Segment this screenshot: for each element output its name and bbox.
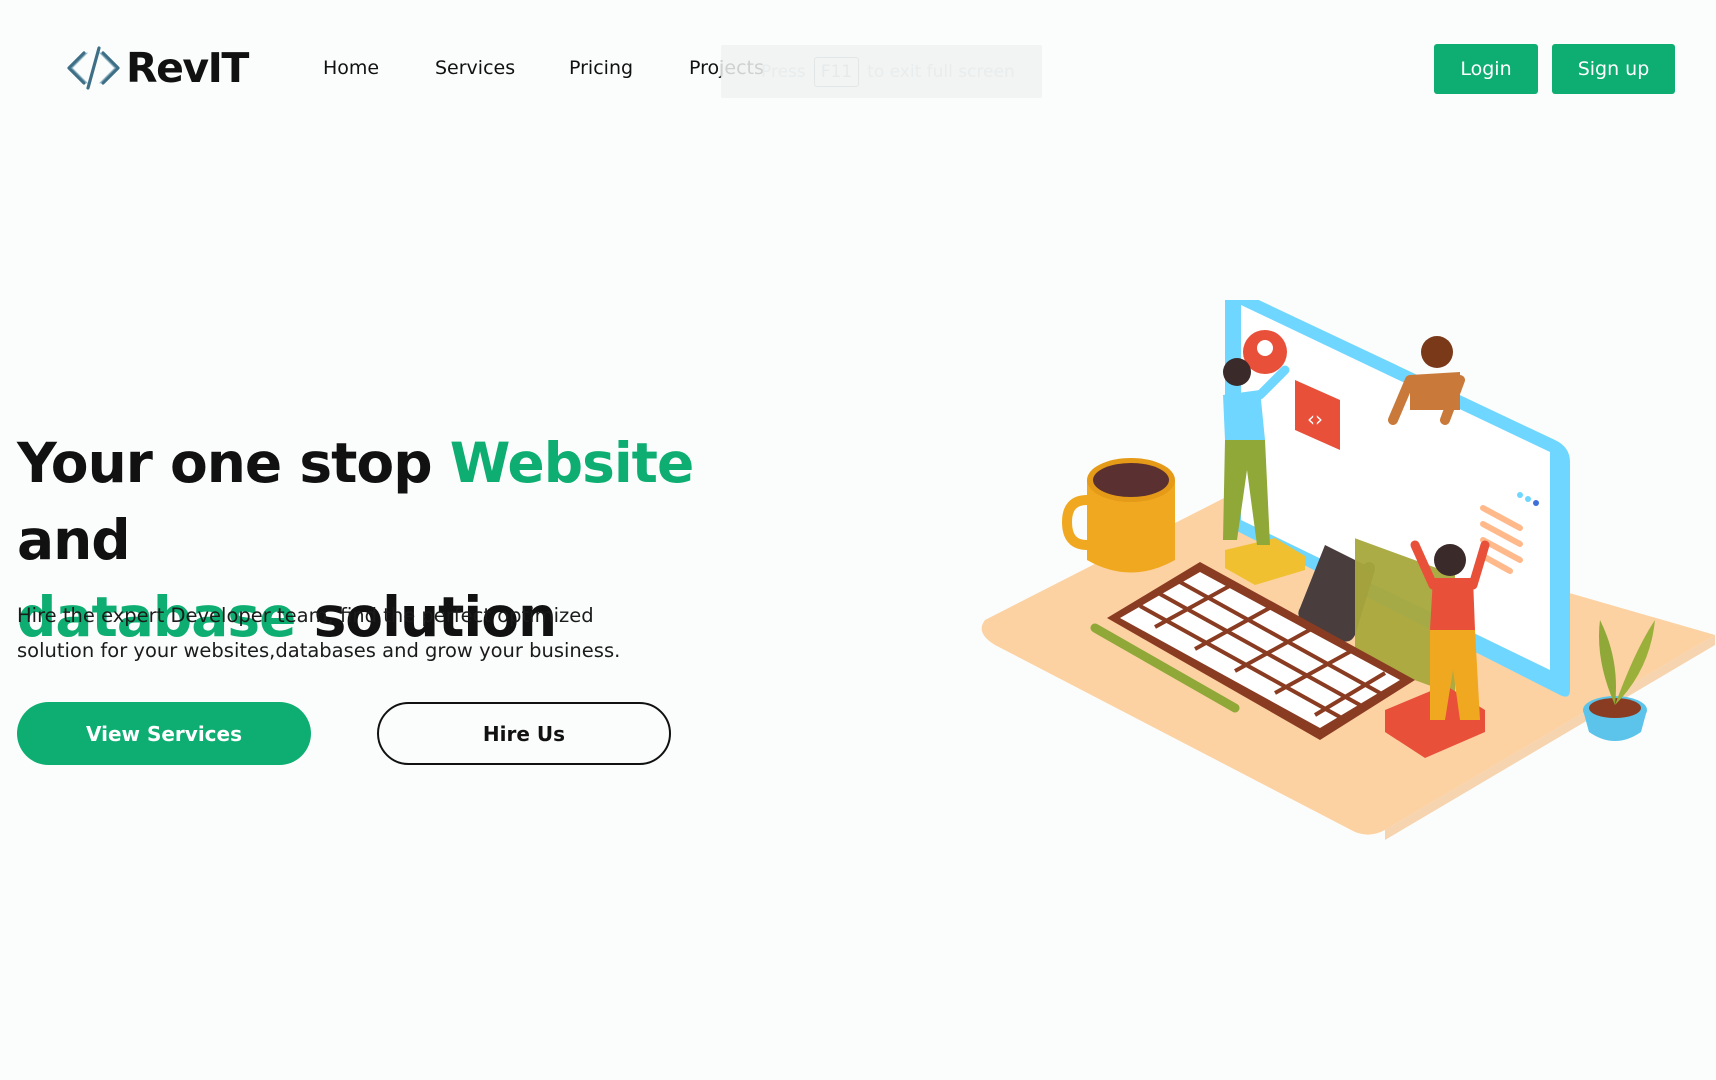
nav-link-home[interactable]: Home [323,57,379,79]
hero-title-part1: Your one stop [17,431,450,495]
code-brackets-icon [67,46,120,90]
fullscreen-notice-press: Press [761,61,806,82]
fullscreen-notice-text: to exit full screen [867,61,1015,82]
hire-us-button[interactable]: Hire Us [377,702,671,765]
brand-name: RevIT [126,44,249,92]
hero-subtitle: Hire the expert Developer team, find the… [17,598,677,668]
hero-title-part2: and [17,508,131,572]
hero-illustration: ‹› [981,300,1715,840]
view-services-button[interactable]: View Services [17,702,311,765]
mug-illustration [1061,458,1175,573]
fullscreen-notice-key: F11 [813,56,860,87]
hero-title-accent-website: Website [449,431,695,495]
hero-subtitle-line2: solution for your websites,databases and… [17,639,621,662]
svg-text:‹›: ‹› [1307,407,1323,431]
login-button[interactable]: Login [1434,44,1538,94]
fullscreen-notice: Press F11 to exit full screen [721,45,1042,98]
nav-link-pricing[interactable]: Pricing [569,57,633,79]
nav-link-services[interactable]: Services [435,57,515,79]
landing-page: RevIT Home Services Pricing Projects Pre… [0,0,1716,1080]
brand-logo[interactable]: RevIT [66,44,249,92]
signup-button[interactable]: Sign up [1552,44,1675,94]
hero-subtitle-line1: Hire the expert Developer team, find the… [17,604,594,627]
